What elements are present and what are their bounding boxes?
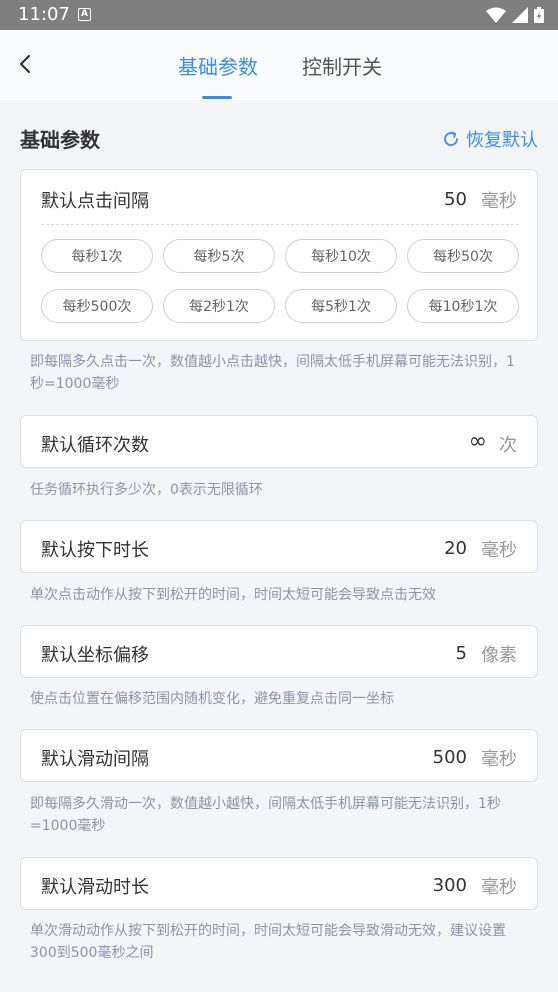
restore-default-button[interactable]: 恢复默认 xyxy=(442,126,538,152)
loop-count-card: 默认循环次数 ∞ 次 xyxy=(20,415,538,468)
coord-offset-hint: 使点击位置在偏移范围内随机变化，避免重复点击同一坐标 xyxy=(30,691,394,707)
wifi-icon xyxy=(486,7,506,23)
section-title: 基础参数 xyxy=(20,128,100,152)
press-duration-hint: 单次点击动作从按下到松开的时间，时间太短可能会导致点击无效 xyxy=(30,587,436,603)
click-interval-card: 默认点击间隔 50 毫秒 每秒1次 每秒5次 每秒10次 每秒50次 每秒500… xyxy=(20,169,538,341)
loop-count-unit: 次 xyxy=(499,435,517,456)
preset-chip[interactable]: 每5秒1次 xyxy=(285,289,397,323)
click-interval-value[interactable]: 50 xyxy=(444,189,467,210)
press-duration-unit: 毫秒 xyxy=(481,540,517,561)
swipe-duration-value[interactable]: 300 xyxy=(433,875,467,896)
coord-offset-unit: 像素 xyxy=(481,645,517,666)
refresh-icon xyxy=(444,131,458,146)
click-interval-hint: 即每隔多久点击一次，数值越小点击越快，间隔太低手机屏幕可能无法识别，1秒=100… xyxy=(30,354,515,392)
back-arrow-icon[interactable] xyxy=(14,50,38,78)
press-duration-value[interactable]: 20 xyxy=(444,538,467,559)
preset-chip[interactable]: 每秒1次 xyxy=(41,239,153,273)
press-duration-card: 默认按下时长 20 毫秒 xyxy=(20,520,538,573)
swipe-interval-value[interactable]: 500 xyxy=(433,747,467,768)
restore-default-label: 恢复默认 xyxy=(466,130,538,151)
swipe-interval-label: 默认滑动间隔 xyxy=(41,749,149,770)
swipe-duration-label: 默认滑动时长 xyxy=(41,877,149,898)
swipe-interval-unit: 毫秒 xyxy=(481,749,517,770)
preset-chip[interactable]: 每2秒1次 xyxy=(163,289,275,323)
header: 基础参数 控制开关 xyxy=(0,30,558,100)
divider xyxy=(41,224,519,225)
tab-basic-params[interactable]: 基础参数 xyxy=(178,51,258,80)
signal-icon xyxy=(512,7,528,23)
status-bar: 11:07 A xyxy=(0,0,558,30)
swipe-duration-hint: 单次滑动动作从按下到松开的时间，时间太短可能会导致滑动无效，建议设置300到50… xyxy=(30,923,506,961)
preset-chip[interactable]: 每秒50次 xyxy=(407,239,519,273)
swipe-interval-card: 默认滑动间隔 500 毫秒 xyxy=(20,729,538,782)
preset-chip[interactable]: 每秒500次 xyxy=(41,289,153,323)
tab-control-switches[interactable]: 控制开关 xyxy=(302,51,382,80)
swipe-duration-card: 默认滑动时长 300 毫秒 xyxy=(20,857,538,910)
status-icons xyxy=(486,7,544,23)
notification-icon: A xyxy=(78,8,91,21)
loop-count-label: 默认循环次数 xyxy=(41,435,149,456)
swipe-duration-unit: 毫秒 xyxy=(481,877,517,898)
coord-offset-label: 默认坐标偏移 xyxy=(41,645,149,666)
preset-chip[interactable]: 每10秒1次 xyxy=(407,289,519,323)
coord-offset-value[interactable]: 5 xyxy=(456,643,467,664)
loop-count-hint: 任务循环执行多少次，0表示无限循环 xyxy=(30,482,263,498)
press-duration-label: 默认按下时长 xyxy=(41,540,149,561)
preset-chip[interactable]: 每秒10次 xyxy=(285,239,397,273)
active-tab-indicator xyxy=(202,96,232,99)
click-interval-label: 默认点击间隔 xyxy=(41,191,149,212)
battery-icon xyxy=(534,7,544,23)
coord-offset-card: 默认坐标偏移 5 像素 xyxy=(20,625,538,678)
loop-count-value[interactable]: ∞ xyxy=(469,429,487,454)
click-interval-unit: 毫秒 xyxy=(481,191,517,212)
swipe-interval-hint: 即每隔多久滑动一次，数值越小越快，间隔太低手机屏幕可能无法识别，1秒=1000毫… xyxy=(30,796,501,834)
status-time: 11:07 xyxy=(18,4,70,25)
preset-chip[interactable]: 每秒5次 xyxy=(163,239,275,273)
